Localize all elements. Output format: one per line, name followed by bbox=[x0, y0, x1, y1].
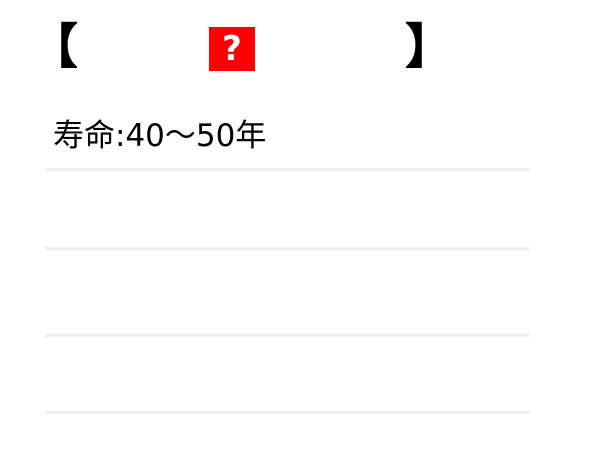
divider-line bbox=[45, 247, 530, 250]
lifespan-text: 寿命:40〜50年 bbox=[53, 118, 267, 154]
page: 【 ? 】 寿命:40〜50年 bbox=[0, 0, 600, 450]
divider-line bbox=[45, 411, 530, 414]
left-bracket: 【 bbox=[30, 19, 79, 75]
hidden-name-question-box: ? bbox=[209, 27, 255, 71]
divider-line bbox=[45, 168, 530, 171]
divider-line bbox=[45, 334, 530, 337]
right-bracket: 】 bbox=[405, 19, 454, 75]
